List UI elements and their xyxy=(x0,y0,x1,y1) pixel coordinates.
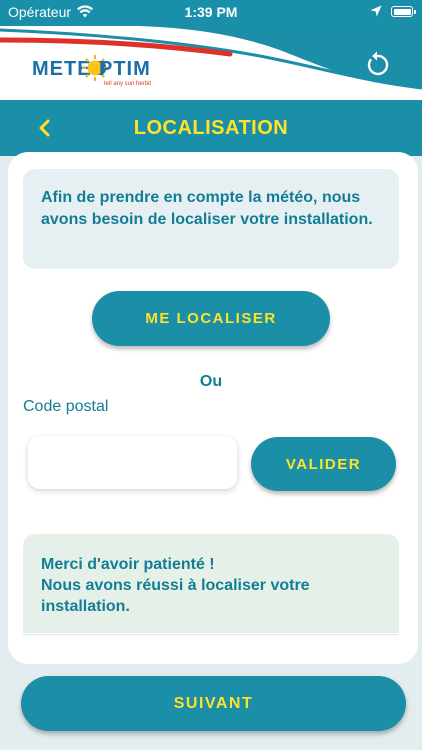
app-header: METEO PTIM tell any sun herbit xyxy=(0,26,422,100)
app-logo: METEO PTIM tell any sun herbit xyxy=(32,52,162,96)
success-message: Merci d'avoir patienté ! Nous avons réus… xyxy=(23,534,399,633)
locate-me-button[interactable]: ME LOCALISER xyxy=(92,291,330,346)
validate-button[interactable]: VALIDER xyxy=(251,437,396,491)
status-bar: Opérateur 1:39 PM xyxy=(0,0,422,26)
nav-bar: LOCALISATION xyxy=(0,100,422,156)
divider xyxy=(23,634,399,635)
success-line-2: Nous avons réussi à localiser votre inst… xyxy=(41,577,310,615)
location-arrow-icon xyxy=(370,5,382,17)
info-message: Afin de prendre en compte la météo, nous… xyxy=(23,169,399,269)
logo-tagline: tell any sun herbit xyxy=(104,81,152,87)
status-time: 1:39 PM xyxy=(184,4,238,20)
battery-icon xyxy=(391,6,416,17)
logo-text-right: PTIM xyxy=(99,58,151,80)
postal-code-input[interactable] xyxy=(28,436,237,489)
success-line-1: Merci d'avoir patienté ! xyxy=(41,556,215,573)
postal-code-label: Code postal xyxy=(23,398,109,415)
page-title: LOCALISATION xyxy=(133,117,289,139)
refresh-icon xyxy=(367,51,389,76)
next-button[interactable]: SUIVANT xyxy=(21,676,406,731)
refresh-button[interactable] xyxy=(362,50,392,80)
or-separator: Ou xyxy=(199,373,223,390)
